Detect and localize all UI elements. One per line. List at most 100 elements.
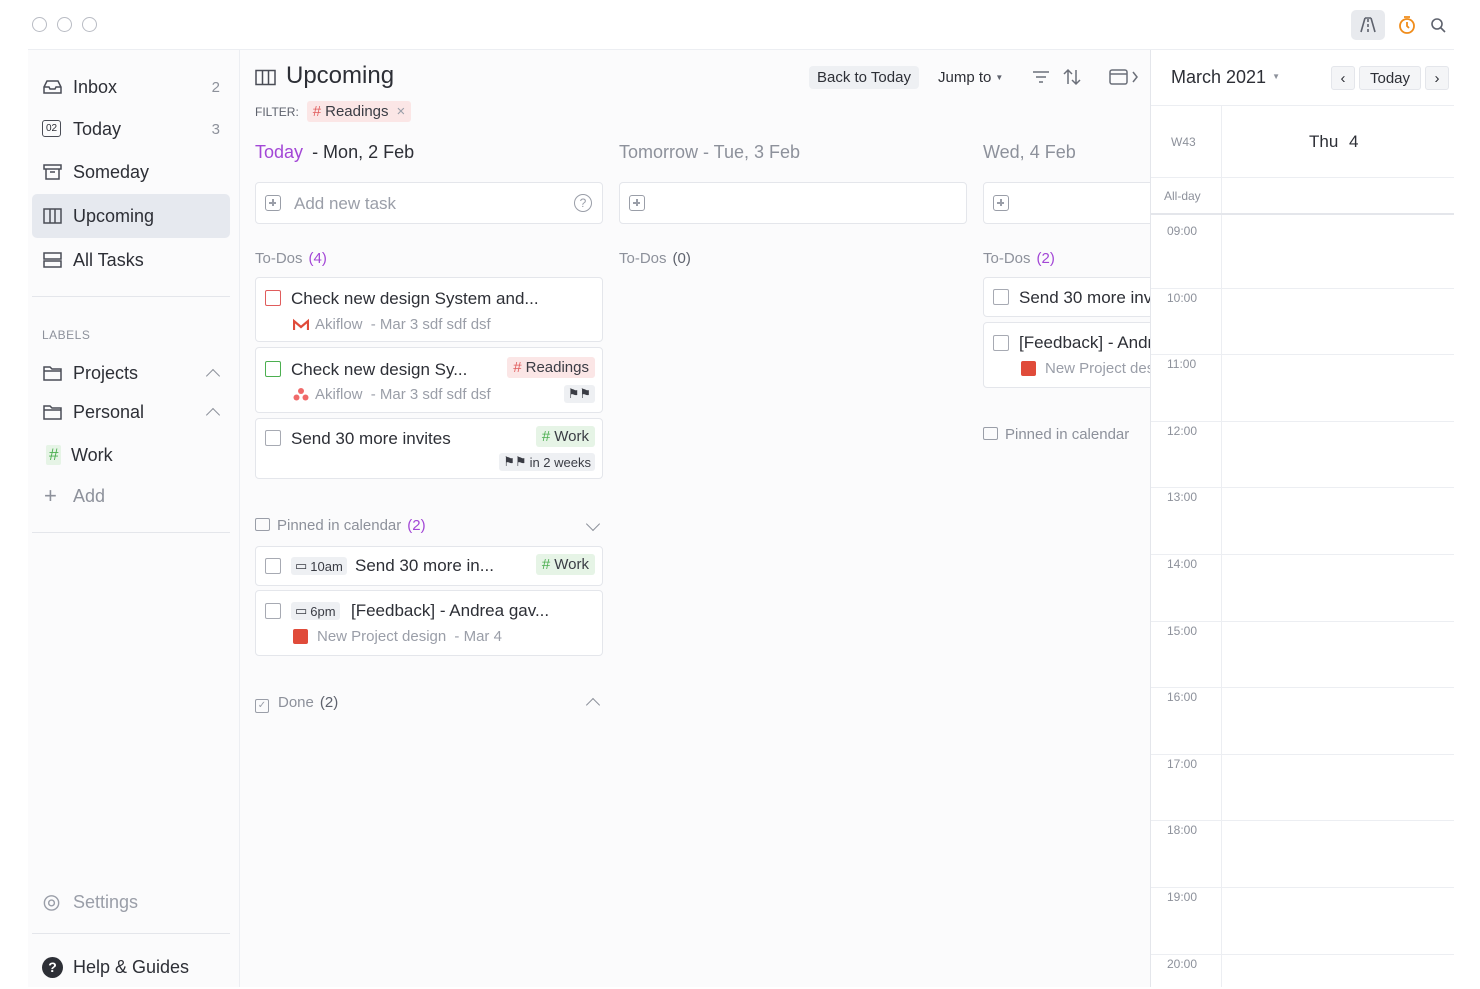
hash-icon: # — [513, 359, 522, 376]
chevron-up-icon[interactable] — [205, 368, 221, 384]
task-checkbox[interactable] — [265, 558, 281, 574]
flag-icon: ⚑⚑ — [503, 454, 527, 469]
hour-label: 16:00 — [1167, 690, 1198, 705]
window-minimize-button[interactable] — [57, 17, 72, 32]
inbox-count: 2 — [211, 78, 220, 96]
next-button[interactable]: › — [1425, 66, 1449, 90]
task-card[interactable]: Check new design Sy... # Readings Akiflow… — [255, 347, 603, 413]
sidebar-item-label: Today — [73, 118, 122, 139]
help-guides-link[interactable]: ? Help & Guides — [32, 945, 230, 989]
window-close-button[interactable] — [32, 17, 47, 32]
pinned-task-card[interactable]: ▭ 6pm [Feedback] - Andrea gav... New Proj… — [255, 590, 603, 656]
sidebar-item-all-tasks[interactable]: All Tasks — [32, 238, 230, 282]
help-circle-icon[interactable]: ? — [574, 194, 592, 212]
search-button[interactable] — [1421, 10, 1455, 40]
chevron-up-icon[interactable] — [585, 697, 601, 713]
sort-icon[interactable] — [1062, 67, 1082, 87]
checkbox-checked-icon: ✓ — [255, 699, 269, 713]
hour-line — [1151, 420, 1454, 422]
due-badge[interactable]: ⚑⚑ in 2 weeks — [499, 453, 595, 471]
divider — [32, 296, 230, 297]
add-label-button[interactable]: + Add — [32, 474, 230, 518]
month-selector[interactable]: March 2021 ▼ — [1171, 67, 1280, 88]
task-card[interactable]: Send 30 more invites — [983, 277, 1150, 317]
day-date: - Mon, 2 Feb — [312, 142, 415, 162]
sidebar-item-work[interactable]: # Work — [32, 433, 230, 477]
task-checkbox[interactable] — [993, 335, 1009, 351]
divider — [32, 532, 230, 533]
divider — [32, 933, 230, 934]
sidebar-item-label: Projects — [73, 362, 139, 383]
tag-work[interactable]: # Work — [535, 426, 595, 447]
sidebar-item-someday[interactable]: Someday — [32, 150, 230, 194]
done-header[interactable]: ✓ Done (2) — [255, 694, 338, 713]
task-checkbox[interactable] — [993, 289, 1009, 305]
hour-line — [1151, 287, 1454, 289]
sidebar-item-upcoming[interactable]: Upcoming — [32, 194, 230, 238]
filter-icon[interactable] — [1032, 70, 1050, 84]
tag-work[interactable]: # Work — [535, 554, 595, 575]
flag-icon[interactable]: ⚑⚑ — [563, 385, 595, 403]
todos-header: To-Dos (0) — [619, 250, 691, 267]
add-task-input[interactable] — [983, 182, 1150, 224]
hour-line — [1151, 953, 1454, 955]
time-badge: ▭ 10am — [291, 557, 347, 575]
pinned-header[interactable]: Pinned in calendar — [983, 426, 1129, 443]
timer-button[interactable] — [1390, 10, 1424, 40]
calendar-toggle-icon[interactable] — [1109, 68, 1141, 86]
sidebar-item-projects[interactable]: Projects — [32, 351, 230, 395]
jump-to-dropdown[interactable]: Jump to ▼ — [930, 66, 1011, 89]
today-word: Today — [255, 142, 304, 162]
pinned-task-card[interactable]: ▭ 10am Send 30 more in... # Work — [255, 546, 603, 586]
app-window: Inbox 2 02 Today 3 Someday Upcoming All … — [0, 0, 1480, 987]
sidebar-item-today[interactable]: 02 Today 3 — [32, 107, 230, 151]
tag-label: Readings — [525, 359, 589, 376]
task-source: Akiflow - Mar 3 sdf sdf dsf — [315, 386, 491, 403]
due-text: in 2 weeks — [529, 454, 591, 470]
add-task-input[interactable]: Add new task ? — [255, 182, 603, 224]
task-source: New Project design - Mar 4 — [317, 628, 502, 645]
close-icon[interactable]: × — [397, 103, 406, 120]
task-checkbox[interactable] — [265, 361, 281, 377]
todos-header: To-Dos (4) — [255, 250, 327, 267]
day-column-header[interactable]: Thu 4 — [1309, 132, 1359, 152]
chevron-down-icon[interactable] — [585, 516, 601, 532]
plus-square-icon — [993, 195, 1009, 211]
hour-label: 10:00 — [1167, 290, 1198, 305]
section-count: (2) — [319, 694, 339, 711]
hour-label: 09:00 — [1167, 224, 1198, 238]
add-task-input[interactable] — [619, 182, 967, 224]
task-checkbox[interactable] — [265, 603, 281, 619]
columns-icon — [255, 69, 276, 86]
hour-line — [1151, 820, 1454, 822]
chevron-up-icon[interactable] — [205, 407, 221, 423]
filter-chip[interactable]: # Readings × — [306, 101, 412, 122]
task-checkbox[interactable] — [265, 290, 281, 306]
sidebar-item-personal[interactable]: Personal — [32, 390, 230, 434]
pinned-header[interactable]: Pinned in calendar (2) — [255, 517, 426, 534]
source-meta: - Mar 3 sdf sdf dsf — [370, 386, 491, 403]
task-card[interactable]: [Feedback] - Andrea gave New Project des… — [983, 322, 1150, 388]
add-label-text: Add — [73, 485, 106, 506]
task-card[interactable]: Send 30 more invites # Work ⚑⚑ in 2 weeks — [255, 418, 603, 479]
caret-down-icon: ▼ — [1272, 72, 1280, 81]
sidebar-item-settings[interactable]: Settings — [32, 880, 230, 924]
focus-mode-button[interactable] — [1351, 10, 1385, 40]
task-checkbox[interactable] — [265, 430, 281, 446]
time-text: 6pm — [310, 603, 336, 619]
gutter-line — [1221, 106, 1222, 987]
filter-label: FILTER: — [255, 104, 299, 119]
hash-icon: # — [541, 428, 551, 445]
task-card[interactable]: Check new design System and... Akiflow -… — [255, 277, 603, 342]
tag-label: Work — [554, 556, 589, 573]
prev-button[interactable]: ‹ — [1331, 66, 1355, 90]
calendar-icon — [255, 518, 270, 531]
window-zoom-button[interactable] — [82, 17, 97, 32]
sidebar-item-label: Upcoming — [73, 205, 155, 226]
today-button[interactable]: Today — [1359, 66, 1421, 90]
tag-readings[interactable]: # Readings — [507, 357, 595, 378]
sidebar-item-inbox[interactable]: Inbox 2 — [32, 65, 230, 109]
hour-line — [1151, 487, 1454, 489]
road-icon — [1360, 17, 1376, 33]
back-to-today-button[interactable]: Back to Today — [809, 66, 919, 89]
